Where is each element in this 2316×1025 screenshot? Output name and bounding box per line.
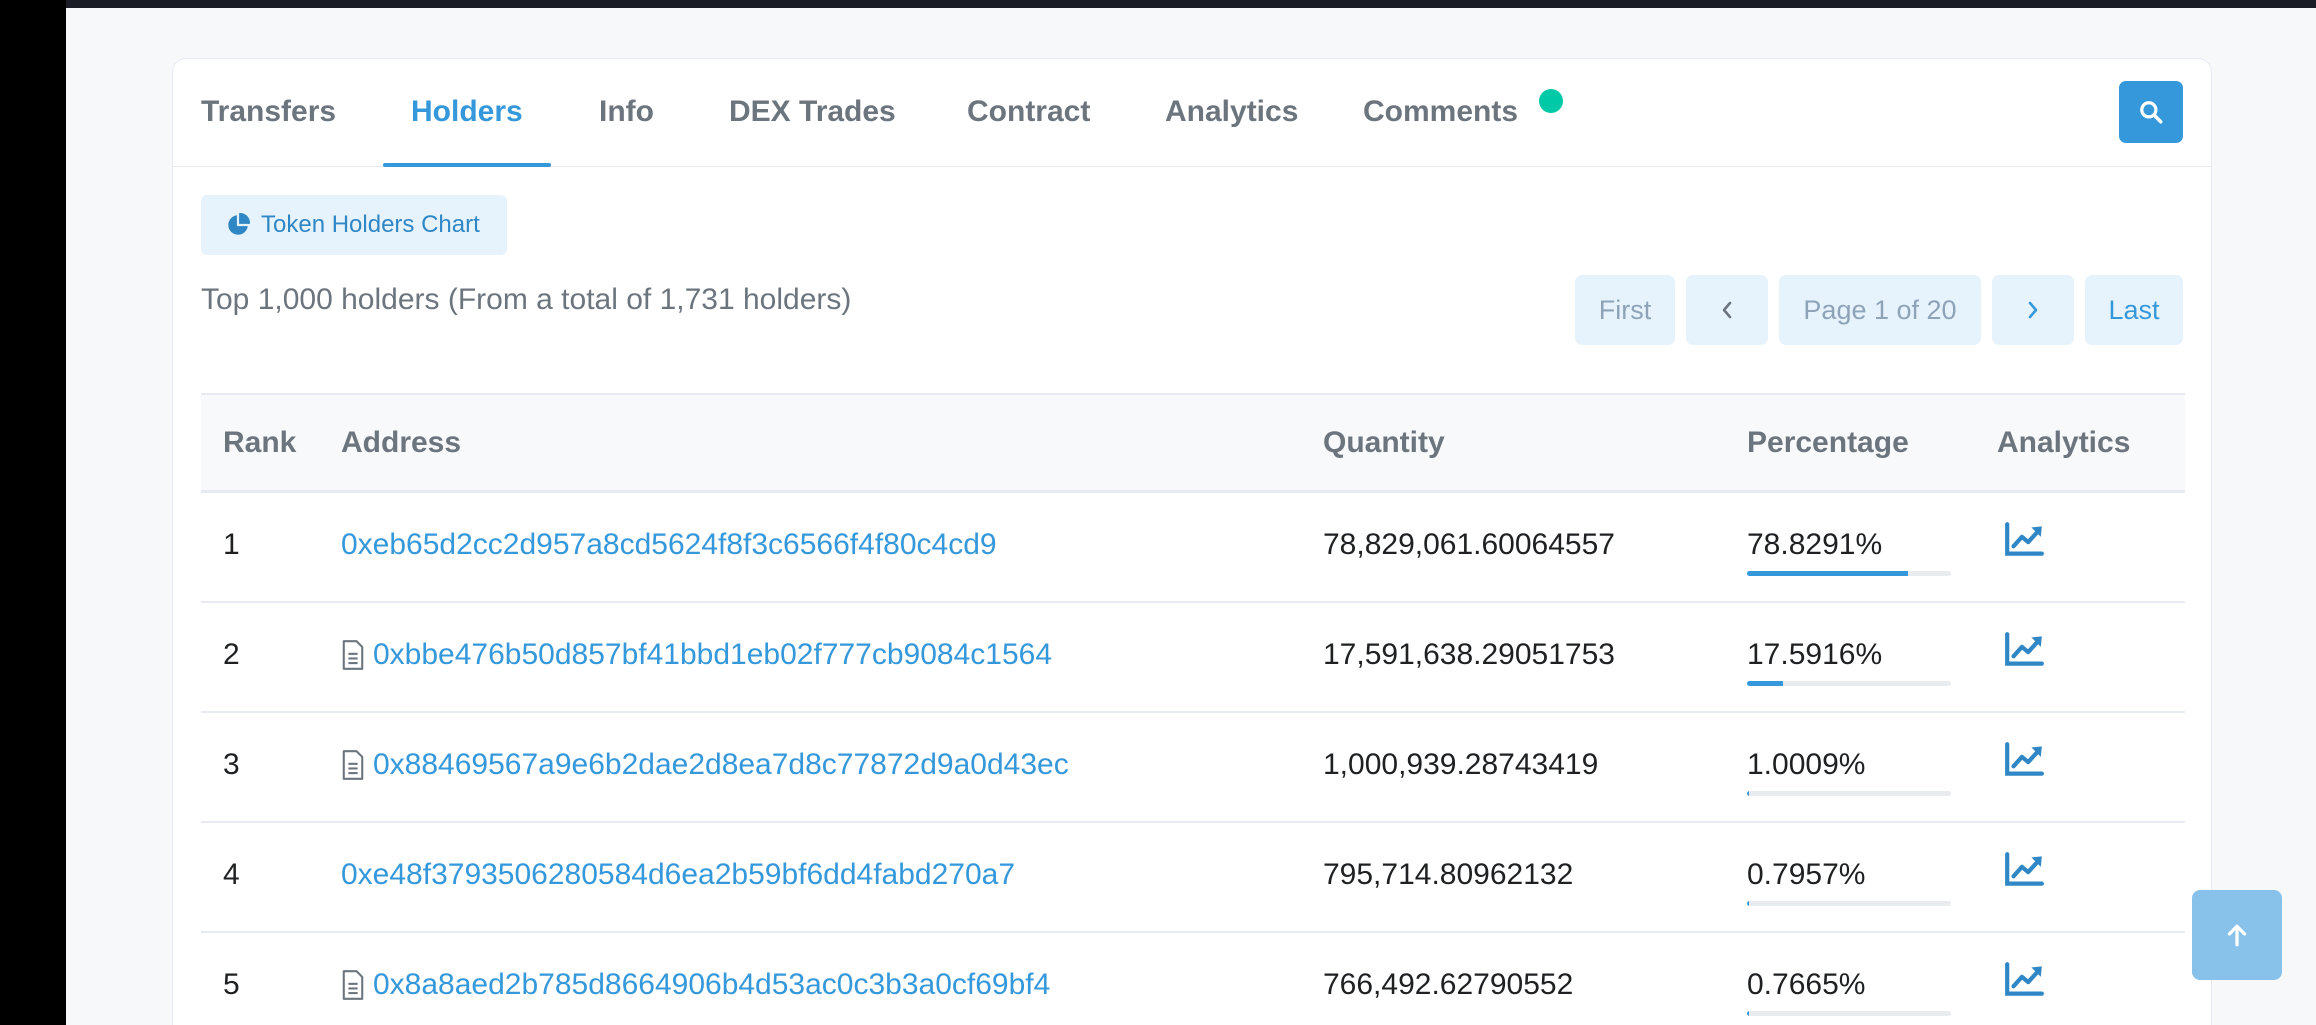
column-header-analytics: Analytics — [1997, 426, 2131, 459]
column-header-address: Address — [341, 426, 462, 459]
address-text: 0xeb65d2cc2d957a8cd5624f8f3c6566f4f80c4c… — [341, 528, 997, 561]
pagination-page-indicator: Page 1 of 20 — [1779, 275, 1981, 345]
percentage-bar-fill — [1747, 901, 1750, 906]
left-edge — [0, 0, 66, 1025]
analytics-link[interactable] — [2003, 961, 2045, 1004]
address-link[interactable]: 0x88469567a9e6b2dae2d8ea7d8c77872d9a0d43… — [341, 713, 1069, 817]
top-bar — [66, 0, 2316, 8]
tab-info[interactable]: Info — [599, 59, 654, 167]
column-header-percentage: Percentage — [1747, 426, 1909, 459]
contract-file-icon — [342, 970, 364, 1000]
quantity-cell: 1,000,939.28743419 — [1323, 748, 1599, 781]
percentage-bar — [1747, 901, 1951, 906]
percentage-cell: 1.0009% — [1747, 748, 1866, 781]
tab-comments[interactable]: Comments — [1363, 59, 1518, 167]
search-icon — [2140, 101, 2163, 124]
percentage-bar — [1747, 791, 1951, 796]
percentage-bar-fill — [1747, 681, 1783, 686]
address-cell: 0xeb65d2cc2d957a8cd5624f8f3c6566f4f80c4c… — [341, 493, 997, 597]
rank-cell: 5 — [223, 968, 240, 1001]
table-row: 2 0xbbe476b50d857bf41bbd1eb02f777cb9084c1… — [201, 603, 2185, 713]
rank-cell: 3 — [223, 748, 240, 781]
table-body: 1 0xeb65d2cc2d957a8cd5624f8f3c6566f4f80c4… — [201, 493, 2185, 1025]
table-row: 3 0x88469567a9e6b2dae2d8ea7d8c77872d9a0d4… — [201, 713, 2185, 823]
arrow-up-icon — [2227, 924, 2247, 947]
address-text: 0x88469567a9e6b2dae2d8ea7d8c77872d9a0d43… — [373, 748, 1069, 781]
address-cell: 0xe48f3793506280584d6ea2b59bf6dd4fabd270… — [341, 823, 1015, 927]
chevron-left-icon — [1722, 301, 1732, 319]
table-row: 4 0xe48f3793506280584d6ea2b59bf6dd4fabd27… — [201, 823, 2185, 933]
quantity-cell: 795,714.80962132 — [1323, 858, 1574, 891]
pagination-last-button[interactable]: Last — [2085, 275, 2183, 345]
search-button[interactable] — [2119, 81, 2183, 143]
percentage-bar-fill — [1747, 571, 1908, 576]
token-holders-chart-button[interactable]: Token Holders Chart — [201, 195, 507, 255]
address-link[interactable]: 0xbbe476b50d857bf41bbd1eb02f777cb9084c15… — [341, 603, 1052, 707]
tab-holders[interactable]: Holders — [411, 59, 523, 167]
analytics-link[interactable] — [2003, 741, 2045, 784]
address-link[interactable]: 0xe48f3793506280584d6ea2b59bf6dd4fabd270… — [341, 823, 1015, 927]
address-text: 0xbbe476b50d857bf41bbd1eb02f777cb9084c15… — [373, 638, 1052, 671]
pagination-first-button[interactable]: First — [1575, 275, 1675, 345]
analytics-chart-icon — [2005, 522, 2044, 556]
address-cell: 0x8a8aed2b785d8664906b4d53ac0c3b3a0cf69b… — [341, 933, 1050, 1025]
address-link[interactable]: 0x8a8aed2b785d8664906b4d53ac0c3b3a0cf69b… — [341, 933, 1050, 1025]
rank-cell: 4 — [223, 858, 240, 891]
column-header-quantity: Quantity — [1323, 426, 1445, 459]
percentage-bar — [1747, 681, 1951, 686]
table-header: Rank Address Quantity Percentage Analyti… — [201, 393, 2185, 493]
holders-table: Rank Address Quantity Percentage Analyti… — [201, 393, 2185, 1025]
token-holders-chart-label: Token Holders Chart — [261, 211, 480, 238]
table-row: 1 0xeb65d2cc2d957a8cd5624f8f3c6566f4f80c4… — [201, 493, 2185, 603]
rank-cell: 2 — [223, 638, 240, 671]
pie-chart-icon — [228, 213, 250, 235]
analytics-chart-icon — [2005, 632, 2044, 666]
active-tab-indicator — [383, 163, 551, 167]
analytics-chart-icon — [2005, 852, 2044, 886]
address-text: 0xe48f3793506280584d6ea2b59bf6dd4fabd270… — [341, 858, 1016, 891]
tab-bar: Transfers Holders Info DEX Trades Contra… — [173, 59, 2211, 167]
pagination-previous-button[interactable] — [1686, 275, 1768, 345]
percentage-cell: 0.7957% — [1747, 858, 1866, 891]
table-row: 5 0x8a8aed2b785d8664906b4d53ac0c3b3a0cf69… — [201, 933, 2185, 1025]
quantity-cell: 17,591,638.29051753 — [1323, 638, 1615, 671]
contract-file-icon — [342, 750, 364, 780]
percentage-bar-fill — [1747, 1011, 1750, 1016]
quantity-cell: 766,492.62790552 — [1323, 968, 1574, 1001]
tab-transfers[interactable]: Transfers — [201, 59, 336, 167]
analytics-link[interactable] — [2003, 521, 2045, 564]
token-tabs-card: Transfers Holders Info DEX Trades Contra… — [172, 58, 2212, 1025]
rank-cell: 1 — [223, 528, 240, 561]
analytics-link[interactable] — [2003, 631, 2045, 674]
address-text: 0x8a8aed2b785d8664906b4d53ac0c3b3a0cf69b… — [373, 968, 1051, 1001]
address-cell: 0xbbe476b50d857bf41bbd1eb02f777cb9084c15… — [341, 603, 1052, 707]
percentage-bar-fill — [1747, 791, 1750, 796]
percentage-bar — [1747, 571, 1951, 576]
quantity-cell: 78,829,061.60064557 — [1323, 528, 1615, 561]
column-header-rank: Rank — [223, 426, 297, 459]
contract-file-icon — [342, 640, 364, 670]
chevron-right-icon — [2028, 301, 2038, 319]
percentage-cell: 78.8291% — [1747, 528, 1883, 561]
analytics-chart-icon — [2005, 742, 2044, 776]
tab-contract[interactable]: Contract — [967, 59, 1090, 167]
back-to-top-button[interactable] — [2192, 890, 2282, 980]
tab-dex-trades[interactable]: DEX Trades — [729, 59, 896, 167]
pagination-next-button[interactable] — [1992, 275, 2074, 345]
analytics-link[interactable] — [2003, 851, 2045, 894]
holders-summary: Top 1,000 holders (From a total of 1,731… — [201, 283, 852, 316]
analytics-chart-icon — [2005, 962, 2044, 996]
address-link[interactable]: 0xeb65d2cc2d957a8cd5624f8f3c6566f4f80c4c… — [341, 493, 997, 597]
address-cell: 0x88469567a9e6b2dae2d8ea7d8c77872d9a0d43… — [341, 713, 1069, 817]
percentage-bar — [1747, 1011, 1951, 1016]
tab-analytics[interactable]: Analytics — [1165, 59, 1298, 167]
percentage-cell: 17.5916% — [1747, 638, 1883, 671]
notification-dot — [1539, 89, 1563, 113]
